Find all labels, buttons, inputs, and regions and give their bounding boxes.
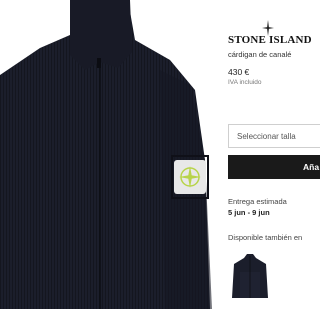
delivery-dates: 5 jun - 9 jun [228, 208, 270, 217]
also-available-label: Disponible también en [228, 233, 303, 242]
delivery-label: Entrega estimada [228, 197, 287, 206]
product-photo [0, 0, 216, 309]
product-title: cárdigan de canalé [228, 50, 292, 59]
compass-badge-icon [171, 155, 209, 199]
add-to-bag-button[interactable]: Aña [228, 155, 320, 179]
product-panel: STONE ISLAND cárdigan de canalé 430 € IV… [228, 0, 320, 309]
size-select[interactable]: Seleccionar talla [228, 124, 320, 148]
product-price: 430 € [228, 67, 250, 77]
cardigan-image [0, 0, 212, 309]
color-variant-thumbnail[interactable] [230, 252, 270, 300]
tax-note: IVA incluido [228, 79, 262, 86]
brand-logo[interactable]: STONE ISLAND [228, 34, 312, 46]
